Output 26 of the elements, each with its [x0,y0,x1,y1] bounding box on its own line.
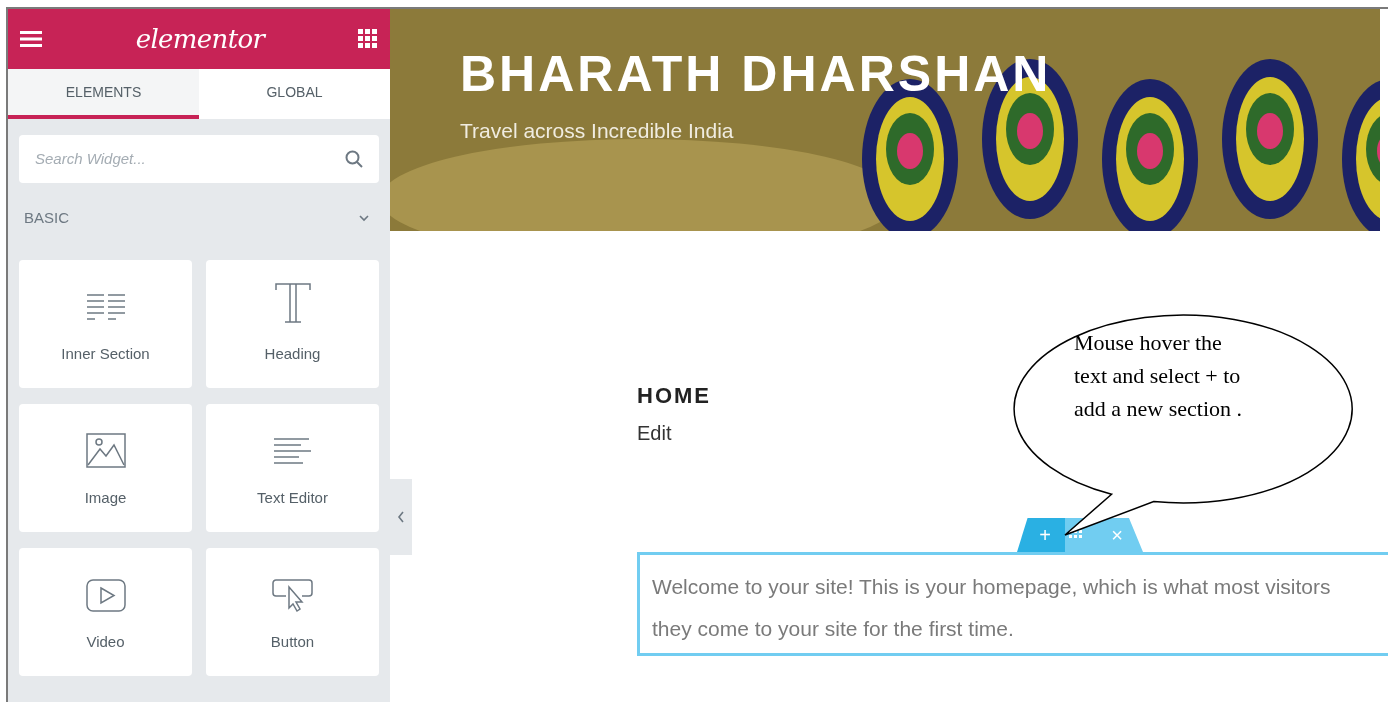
search-field[interactable]: Search Widget... [19,135,379,183]
widget-label: Inner Section [61,344,150,364]
text-line: Welcome to your site! This is your homepage, which is what most visitors [652,574,1332,600]
page-heading: HOME [637,382,711,410]
widget-card[interactable]: Inner Section [19,259,192,388]
widget-label: Image [84,488,127,508]
app-logo: elementor [135,22,265,56]
search-input[interactable]: Search Widget... [35,147,345,171]
callout-text: text and select + to [1074,362,1242,390]
widget-card[interactable]: Text Editor [206,403,379,532]
text-editor-block[interactable]: Welcome to your site! This is your homepage, which is what most visitors they come to your site for the first time. [637,552,1388,656]
category-label: BASIC [24,208,69,228]
panel-tab[interactable]: ELEMENTS [8,69,199,119]
site-tagline: Travel across Incredible India [460,118,735,144]
widget-card[interactable]: Button [206,547,379,676]
widget-label: Button [270,632,315,652]
widget-label: Text Editor [257,488,328,508]
callout-text: Mouse hover the [1074,329,1223,357]
widget-label: Heading [264,344,321,364]
widget-card[interactable]: Image [19,403,192,532]
widget-card[interactable]: Heading [206,259,379,388]
page-subheading: Edit [637,421,672,446]
callout-text: add a new section . [1074,395,1242,423]
widget-card[interactable]: Video [19,547,192,676]
widget-label: Video [86,632,125,652]
text-line: they come to your site for the first time. [652,615,1015,642]
